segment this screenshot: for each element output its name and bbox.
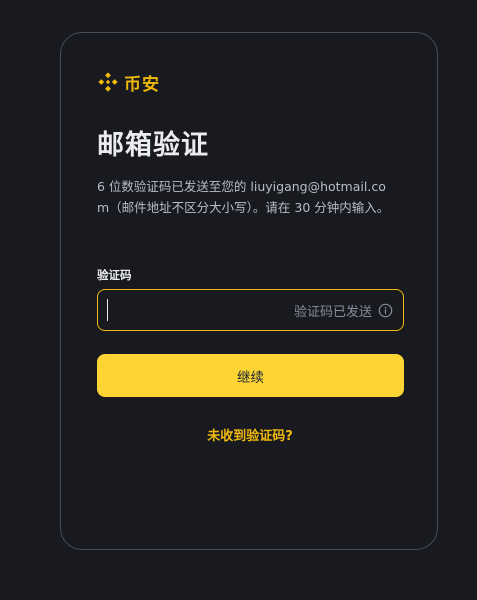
page-title: 邮箱验证 (97, 130, 209, 161)
page-description: 6 位数验证码已发送至您的 liuyigang@hotmail.com（邮件地址… (97, 179, 390, 215)
code-sent-status: 验证码已发送 (294, 290, 393, 330)
brand-name: 币安 (124, 74, 160, 95)
info-icon[interactable] (378, 303, 393, 318)
resend-code-link[interactable]: 未收到验证码? (61, 425, 439, 444)
code-field-label: 验证码 (97, 268, 132, 282)
binance-logo-icon (97, 71, 119, 93)
code-input-container[interactable]: 验证码已发送 (97, 289, 404, 331)
brand-logo[interactable]: 币安 (97, 69, 160, 95)
code-sent-text: 验证码已发送 (293, 304, 372, 320)
verification-code-input[interactable] (110, 290, 270, 330)
continue-button[interactable]: 继续 (97, 354, 404, 397)
verification-card: 币安 邮箱验证 6 位数验证码已发送至您的 liuyigang@hotmail.… (60, 32, 438, 550)
text-caret (107, 299, 108, 321)
